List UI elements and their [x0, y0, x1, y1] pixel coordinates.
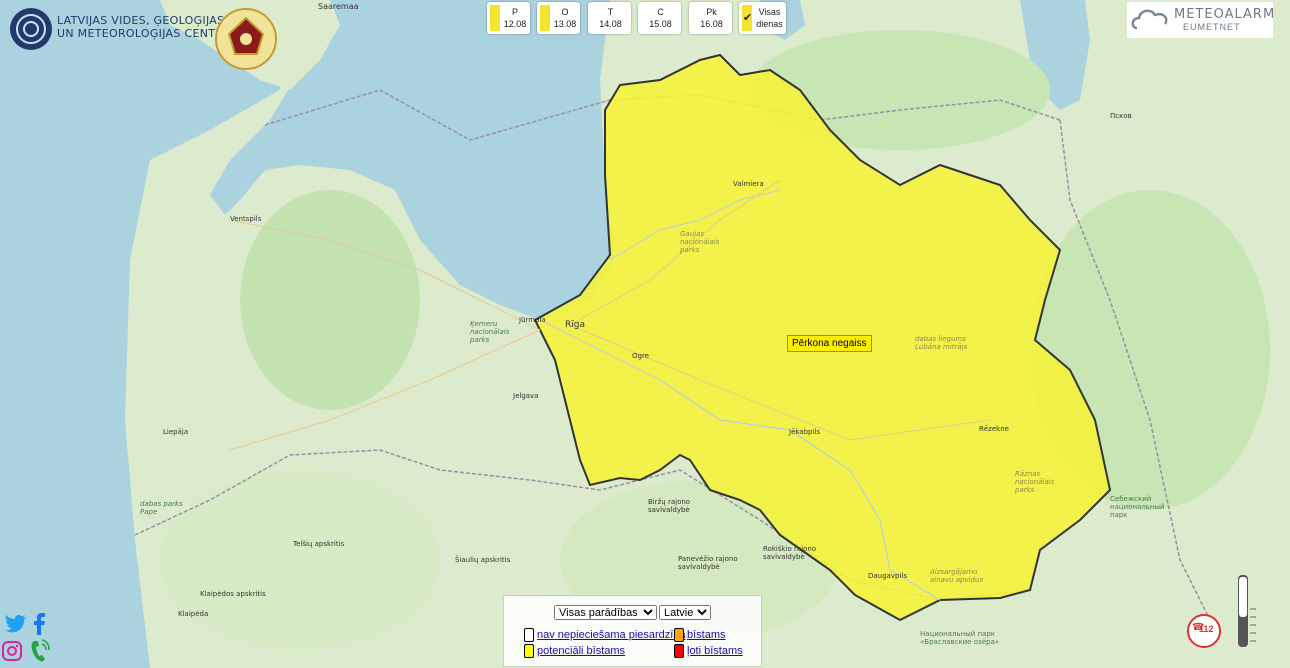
- map-label-valmiera: Valmiera: [733, 180, 764, 188]
- day-label: C: [657, 7, 664, 17]
- org-name: LATVIJAS VIDES, ĢEOLOĢIJAS UN METEOROLOĢ…: [57, 14, 230, 40]
- map-label-daugavpils: Daugavpils: [868, 572, 907, 580]
- vugd-emblem-icon[interactable]: [213, 6, 279, 72]
- instagram-icon[interactable]: [2, 641, 22, 661]
- twitter-icon[interactable]: [4, 614, 28, 634]
- legend-swatch: [674, 644, 684, 658]
- map-label-lubana: dabas liegums Lubāna mitrājs: [915, 335, 968, 351]
- legend-item[interactable]: potenciāli bīstams: [524, 644, 625, 658]
- legend-swatch: [524, 628, 534, 642]
- legend-link[interactable]: nav nepieciešama piesardzība: [537, 629, 686, 641]
- meteoalarm-logo[interactable]: METEOALARM EUMETNET: [1127, 2, 1276, 38]
- map-label-telsiu: Telšių apskritis: [293, 540, 345, 548]
- phone-icon[interactable]: [30, 639, 50, 663]
- map-label-ogre: Ogre: [632, 352, 649, 360]
- day-date: 13.08: [553, 19, 577, 29]
- map-label-kemeru: Ķemeru nacionālais parks: [470, 320, 510, 344]
- legend-swatch: [524, 644, 534, 658]
- map-label-jelgava: Jelgava: [513, 392, 539, 400]
- map-label-birzu: Biržų rajono savivaldybė: [648, 498, 691, 514]
- map-label-razna: Rāznas nacionālais parks: [1015, 470, 1055, 494]
- map-label-saaremaa: Saaremaa: [318, 2, 359, 11]
- map-label-pape: dabas parks Pape: [140, 500, 183, 516]
- meteoalarm-title: METEOALARM: [1174, 7, 1276, 22]
- day-card[interactable]: T 14.08: [588, 2, 631, 34]
- day-date: 14.08: [599, 19, 622, 29]
- map-label-jekabpils: Jēkabpils: [789, 428, 821, 436]
- check-icon: ✔: [743, 12, 753, 24]
- map-label-riga: Rīga: [565, 320, 585, 330]
- map-label-klaipedos: Klaipėdos apskritis: [200, 590, 266, 598]
- map-label-ventspils: Ventspils: [230, 215, 262, 223]
- day-label: O: [561, 7, 569, 17]
- map-label-aizsargajamo: Aizsargājamo ainavu apvidus: [930, 568, 984, 584]
- map-label-braslav: Национальный парк «Браславские озёра»: [920, 630, 1000, 646]
- day-card[interactable]: C 15.08: [638, 2, 681, 34]
- legend-link[interactable]: potenciāli bīstams: [537, 645, 625, 657]
- map-label-gaujas: Gaujas nacionālais parks: [680, 230, 720, 254]
- day-date: 16.08: [700, 19, 723, 29]
- all-days-line1: Visas: [758, 7, 781, 17]
- all-days-card[interactable]: ✔ Visas dienas: [739, 2, 786, 34]
- map-label-sebezh: Себежский национальный парк: [1110, 495, 1165, 519]
- day-date: 15.08: [649, 19, 672, 29]
- warning-label[interactable]: Pērkona negaiss: [787, 335, 872, 352]
- language-select[interactable]: Latviešu: [659, 605, 711, 620]
- legend-link[interactable]: ļoti bīstams: [687, 645, 743, 657]
- map-canvas[interactable]: [0, 0, 1290, 668]
- day-label: Pk: [706, 7, 717, 17]
- map-label-panevezio: Panevėžio rajono savivaldybė: [678, 555, 738, 571]
- meteoalarm-subtitle: EUMETNET: [1183, 22, 1241, 32]
- lvgmc-logo-inner-icon: [23, 21, 39, 37]
- legend-item[interactable]: bīstams: [674, 628, 726, 642]
- facebook-icon[interactable]: [32, 613, 46, 635]
- org-name-line1: LATVIJAS VIDES, ĢEOLOĢIJAS: [57, 14, 225, 27]
- map-label-rokiskio: Rokiškio rajono savivaldybė: [763, 545, 817, 561]
- zoom-slider[interactable]: [1238, 575, 1248, 647]
- day-card[interactable]: O 13.08: [537, 2, 580, 34]
- map-label-liepaja: Liepāja: [163, 428, 189, 436]
- day-date: 12.08: [503, 19, 527, 29]
- map-label-siauliu: Šiaulių apskritis: [455, 556, 511, 564]
- legend-link[interactable]: bīstams: [687, 629, 726, 641]
- emergency-112-button[interactable]: ☎ 112: [1187, 614, 1221, 648]
- org-name-line2: UN METEOROLOĢIJAS CENTRS: [57, 27, 231, 40]
- day-card[interactable]: Pk 16.08: [689, 2, 732, 34]
- emergency-number: 112: [1199, 624, 1214, 634]
- day-card[interactable]: P 12.08: [487, 2, 530, 34]
- map-label-klaipeda: Klaipėda: [178, 610, 209, 618]
- phenomenon-filter-select[interactable]: Visas parādības: [554, 605, 657, 620]
- lvgmc-logo[interactable]: [10, 8, 52, 50]
- day-label: P: [511, 7, 518, 17]
- day-label: T: [607, 7, 614, 17]
- map-label-pskov: Псков: [1110, 112, 1132, 120]
- zoom-scale-ticks: [1250, 605, 1264, 647]
- legend-swatch: [674, 628, 684, 642]
- legend-panel: Visas parādības Latviešu nav nepieciešam…: [503, 595, 762, 667]
- legend-item[interactable]: nav nepieciešama piesardzība: [524, 628, 686, 642]
- all-days-line2: dienas: [756, 19, 783, 29]
- legend-item[interactable]: ļoti bīstams: [674, 644, 743, 658]
- map-label-rezekne: Rēzekne: [979, 425, 1009, 433]
- zoom-slider-handle[interactable]: [1239, 577, 1247, 617]
- cloud-icon: [1131, 9, 1168, 30]
